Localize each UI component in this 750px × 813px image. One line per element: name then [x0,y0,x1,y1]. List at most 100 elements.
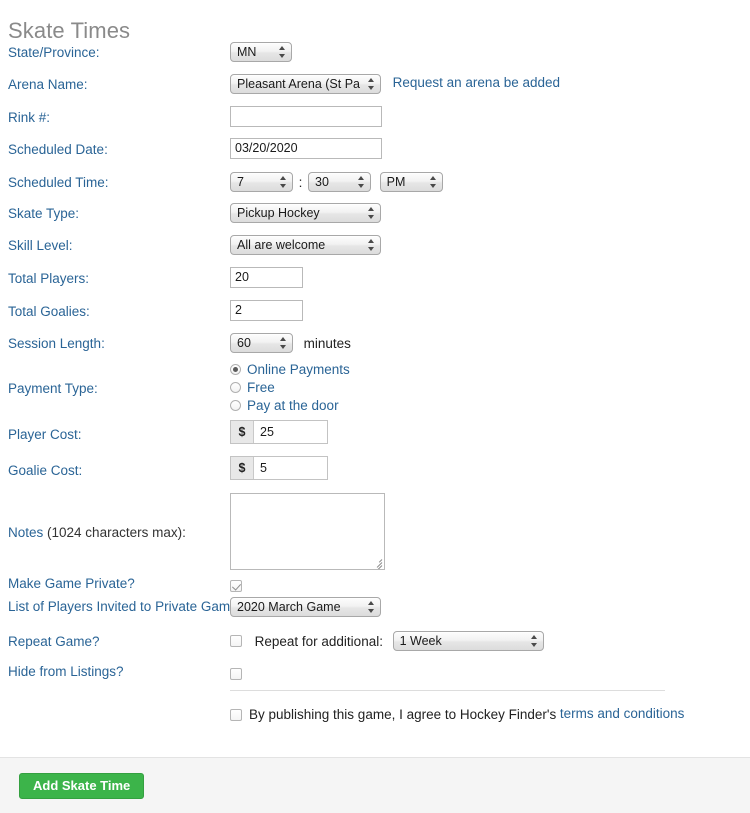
skill-level-select-value: All are welcome [237,238,326,252]
radio-option-pay-at-the-door[interactable]: Pay at the door [230,397,350,415]
terms-checkbox[interactable] [230,708,242,721]
total-players-input[interactable]: 20 [230,267,303,288]
goalie-cost-wrap: $ 5 [230,456,328,480]
label-player-cost: Player Cost: [8,427,82,442]
rink-input[interactable] [230,106,382,127]
form-row-session-length: Session Length: 60 minutes [0,329,750,360]
goalie-cost-input[interactable]: 5 [254,457,327,479]
terms-agreement-row: By publishing this game, I agree to Hock… [230,706,684,722]
chevron-updown-icon [280,175,287,189]
section-divider [230,690,665,691]
label-total-goalies: Total Goalies: [8,304,90,319]
terms-text: By publishing this game, I agree to Hock… [249,707,557,723]
minute-select-value: 30 [315,175,329,189]
radio-label-pay-at-the-door: Pay at the door [247,398,339,414]
form-row-invited-list: List of Players Invited to Private Game … [0,594,750,626]
form-row-hide-listings: Hide from Listings? [0,660,750,690]
total-players-wrap: 20 [230,267,303,288]
player-cost-wrap: $ 25 [230,420,328,444]
rink-input-wrap [230,106,382,127]
form-row-payment-type: Payment Type: Online Payments Free Pay a… [0,360,750,418]
repeat-game-checkbox[interactable] [230,635,242,647]
hide-listings-checkbox[interactable] [230,667,242,680]
meridiem-select[interactable]: PM [379,172,443,192]
label-state: State/Province: [8,45,100,60]
radio-option-free[interactable]: Free [230,379,350,397]
label-make-private: Make Game Private? [8,576,135,591]
label-notes-link: Notes [8,525,44,540]
goalie-cost-input-group[interactable]: $ 5 [230,456,328,480]
time-controls: 7 : 30 PM [230,172,443,192]
label-notes-hint: (1024 characters max): [43,525,186,540]
skill-level-select-wrap: All are welcome [230,235,381,255]
currency-prefix: $ [231,457,254,479]
session-length-wrap: 60 minutes [230,333,351,353]
form-row-repeat-game: Repeat Game? Repeat for additional: 1 We… [0,626,750,660]
label-notes: Notes (1024 characters max): [8,525,186,540]
arena-select-wrap: Pleasant Arena (St Pau Request an arena … [230,74,560,94]
form-row-state: State/Province: MN [0,38,750,69]
session-length-select-value: 60 [237,336,251,350]
request-arena-link[interactable]: Request an arena be added [393,75,560,90]
chevron-updown-icon [368,77,375,91]
add-skate-time-button[interactable]: Add Skate Time [19,773,145,799]
radio-icon-free[interactable] [230,382,241,394]
make-private-checkbox[interactable] [230,579,242,592]
total-goalies-wrap: 2 [230,300,303,321]
chevron-updown-icon [279,45,286,59]
state-select[interactable]: MN [230,42,292,62]
time-separator: : [298,174,303,190]
label-session-length: Session Length: [8,336,105,351]
label-payment-type: Payment Type: [8,381,98,396]
arena-select-value: Pleasant Arena (St Pau [237,77,360,91]
hour-select[interactable]: 7 [230,172,293,192]
label-skill-level: Skill Level: [8,238,73,253]
radio-label-online-payments: Online Payments [247,362,350,378]
repeat-interval-select-value: 1 Week [399,634,442,648]
hide-listings-wrap [230,665,242,680]
label-arena: Arena Name: [8,77,88,92]
form-row-time: Scheduled Time: 7 : 30 PM [0,167,750,199]
currency-prefix: $ [231,421,254,443]
terms-and-conditions-link[interactable]: terms and conditions [560,706,685,721]
hour-select-value: 7 [237,175,244,189]
arena-select[interactable]: Pleasant Arena (St Pau [230,74,381,94]
invited-list-select[interactable]: 2020 March Game [230,597,381,617]
player-cost-input-group[interactable]: $ 25 [230,420,328,444]
form-row-date: Scheduled Date: 03/20/2020 [0,134,750,167]
notes-textarea[interactable] [230,493,385,570]
make-private-wrap [230,577,242,592]
session-length-select[interactable]: 60 [230,333,293,353]
label-scheduled-time: Scheduled Time: [8,175,109,190]
resize-handle-icon[interactable] [371,556,383,569]
player-cost-input[interactable]: 25 [254,421,327,443]
payment-type-radio-group: Online Payments Free Pay at the door [230,361,350,415]
skill-level-select[interactable]: All are welcome [230,235,381,255]
skate-times-page: Skate Times State/Province: MN Arena Nam… [0,0,750,813]
date-input-wrap: 03/20/2020 [230,138,382,159]
meridiem-select-value: PM [386,175,406,189]
scheduled-date-input[interactable]: 03/20/2020 [230,138,382,159]
form-row-goalie-cost: Goalie Cost: $ 5 [0,454,750,490]
skate-type-select[interactable]: Pickup Hockey [230,203,381,223]
label-scheduled-date: Scheduled Date: [8,142,108,157]
chevron-updown-icon [368,206,375,220]
minute-select[interactable]: 30 [308,172,372,192]
radio-icon-online-payments[interactable] [230,364,241,376]
label-invited-list: List of Players Invited to Private Game [8,599,238,614]
chevron-updown-icon [368,238,375,252]
form-row-skill-level: Skill Level: All are welcome [0,231,750,263]
invited-list-wrap: 2020 March Game [230,597,381,617]
notes-wrap [230,493,385,570]
label-total-players: Total Players: [8,271,90,286]
label-repeat-game: Repeat Game? [8,634,100,649]
session-length-units: minutes [303,335,351,351]
chevron-updown-icon [280,336,287,350]
label-hide-listings: Hide from Listings? [8,664,124,679]
radio-icon-pay-at-the-door[interactable] [230,400,241,412]
radio-option-online-payments[interactable]: Online Payments [230,361,350,379]
total-goalies-input[interactable]: 2 [230,300,303,321]
repeat-interval-select[interactable]: 1 Week [392,631,544,651]
form-row-player-cost: Player Cost: $ 25 [0,418,750,454]
form-row-make-private: Make Game Private? [0,574,750,594]
